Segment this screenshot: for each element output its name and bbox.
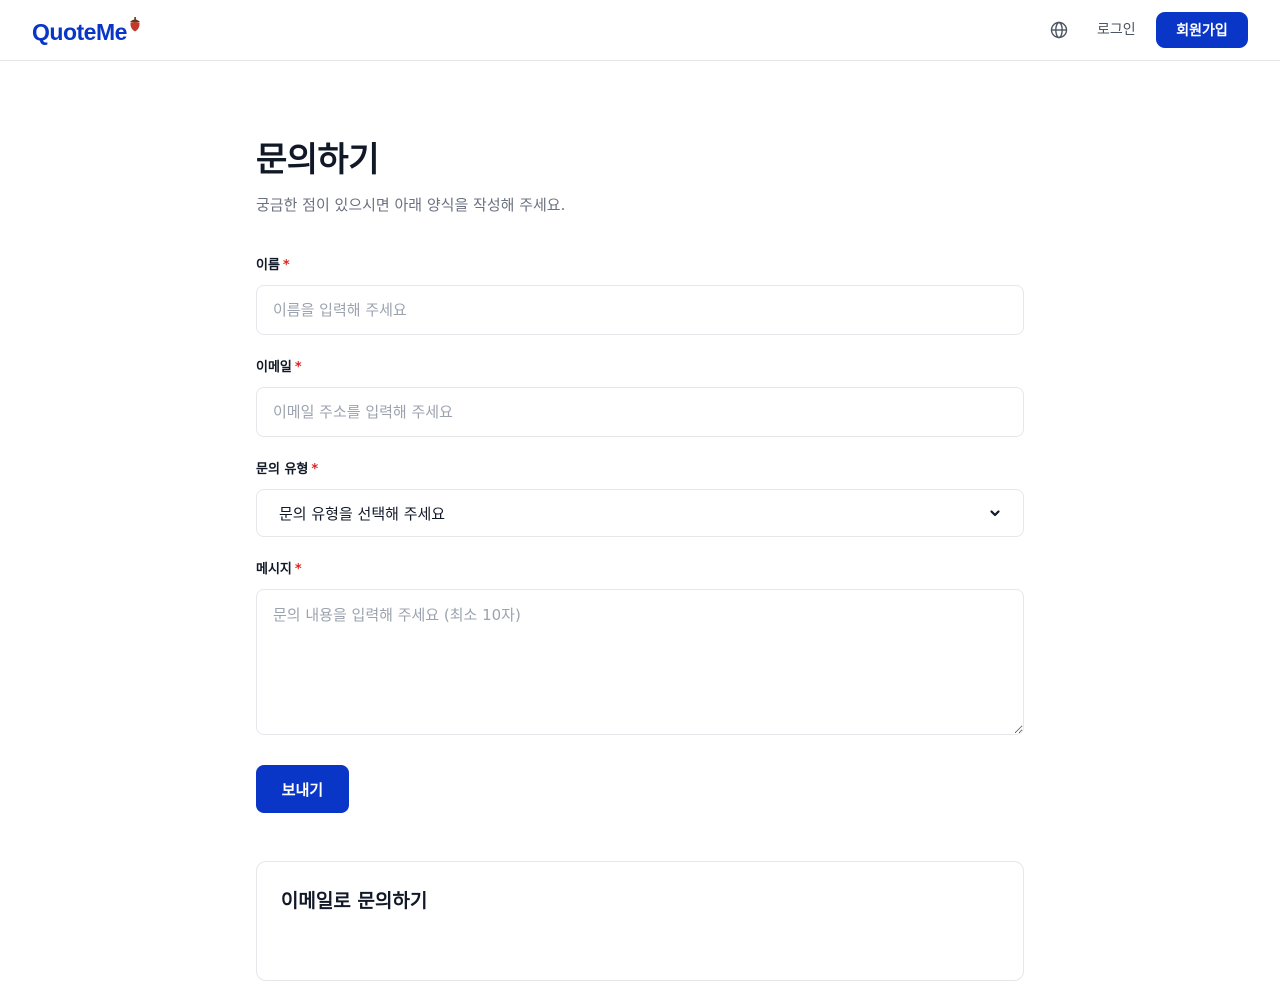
required-mark: *: [282, 258, 290, 273]
name-input[interactable]: [256, 285, 1024, 335]
globe-icon[interactable]: [1049, 20, 1069, 40]
email-input[interactable]: [256, 387, 1024, 437]
type-label: 문의 유형 *: [256, 461, 318, 479]
site-header: QuoteMe 로그인 회원가입: [0, 0, 1280, 61]
signup-button[interactable]: 회원가입: [1156, 12, 1248, 48]
login-link[interactable]: 로그인: [1097, 20, 1136, 40]
name-label-text: 이름: [256, 258, 280, 273]
required-mark: *: [294, 562, 302, 577]
email-contact-card: 이메일로 문의하기: [256, 861, 1024, 981]
required-mark: *: [294, 360, 302, 375]
email-label-text: 이메일: [256, 360, 292, 375]
page-subtitle: 궁금한 점이 있으시면 아래 양식을 작성해 주세요.: [256, 196, 566, 214]
logo[interactable]: QuoteMe: [32, 15, 142, 49]
email-card-title: 이메일로 문의하기: [281, 890, 428, 912]
inquiry-type-select[interactable]: 문의 유형을 선택해 주세요: [256, 489, 1024, 537]
chevron-down-icon: [990, 510, 1000, 517]
name-label: 이름 *: [256, 257, 290, 275]
submit-button[interactable]: 보내기: [256, 765, 349, 813]
type-label-text: 문의 유형: [256, 462, 309, 477]
email-label: 이메일 *: [256, 359, 302, 377]
message-label: 메시지 *: [256, 561, 302, 579]
acorn-icon: [129, 17, 140, 32]
page-title: 문의하기: [256, 140, 380, 180]
message-textarea[interactable]: [256, 589, 1024, 735]
required-mark: *: [311, 462, 319, 477]
message-label-text: 메시지: [256, 562, 292, 577]
logo-text: QuoteMe: [32, 19, 127, 45]
inquiry-type-value: 문의 유형을 선택해 주세요: [279, 504, 446, 523]
